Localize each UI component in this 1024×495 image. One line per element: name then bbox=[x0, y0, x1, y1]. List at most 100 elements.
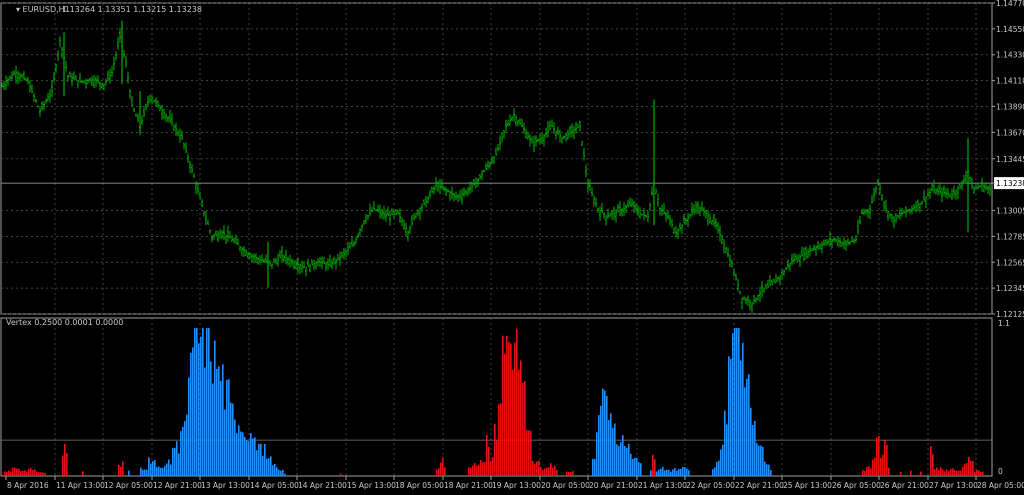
histogram-bar-red bbox=[540, 467, 542, 476]
price-bar bbox=[35, 98, 37, 103]
histogram-bar-blue bbox=[246, 440, 248, 476]
histogram-bar-blue bbox=[620, 442, 622, 476]
price-bar bbox=[133, 107, 135, 112]
histogram-bar-blue bbox=[738, 328, 740, 476]
x-tick-label: 27 Apr 13:00 bbox=[929, 481, 978, 490]
price-bar bbox=[523, 122, 525, 134]
histogram-bar-red bbox=[518, 369, 520, 476]
price-bar bbox=[631, 198, 633, 208]
histogram-bar-red bbox=[910, 470, 912, 476]
price-bar bbox=[607, 208, 609, 219]
price-bar bbox=[729, 254, 731, 268]
histogram-bar-red bbox=[538, 460, 540, 476]
histogram-bar-blue bbox=[742, 342, 744, 476]
price-bar bbox=[325, 261, 327, 272]
price-bar bbox=[847, 238, 849, 246]
price-bar bbox=[801, 246, 803, 257]
histogram-bar-blue bbox=[214, 340, 216, 476]
price-bar bbox=[455, 191, 457, 200]
histogram-bar-red bbox=[980, 471, 982, 476]
price-bar bbox=[357, 233, 359, 239]
histogram-bar-red bbox=[494, 424, 496, 476]
price-bar bbox=[531, 136, 533, 144]
price-bar bbox=[203, 211, 205, 217]
histogram-bar-red bbox=[940, 467, 942, 476]
price-bar bbox=[753, 294, 755, 305]
histogram-bar-red bbox=[482, 462, 484, 476]
price-bar bbox=[513, 108, 515, 122]
price-bar bbox=[963, 175, 965, 184]
histogram-bar-red bbox=[120, 466, 122, 476]
price-bar bbox=[251, 253, 253, 263]
price-bar bbox=[719, 225, 721, 242]
price-bar bbox=[17, 70, 19, 85]
histogram-bar-blue bbox=[608, 420, 610, 476]
price-bar bbox=[353, 240, 355, 247]
price-bar bbox=[795, 253, 797, 262]
histogram-bar-blue bbox=[740, 360, 742, 476]
histogram-bar-red bbox=[472, 465, 474, 476]
price-bar bbox=[959, 184, 961, 190]
histogram-bar-blue bbox=[628, 443, 630, 476]
price-bar bbox=[875, 185, 877, 195]
price-bar bbox=[115, 51, 117, 61]
price-bar bbox=[263, 258, 265, 263]
price-bar bbox=[903, 209, 905, 214]
histogram-bar-blue bbox=[748, 374, 750, 476]
price-bar bbox=[259, 255, 261, 265]
price-bar bbox=[859, 215, 861, 225]
price-bar bbox=[91, 76, 93, 87]
price-bar bbox=[57, 50, 59, 61]
chart-canvas[interactable]: 8 Apr 2016 11 Apr 13:00 12 Apr 05:00 12 Apr… bbox=[0, 0, 1024, 491]
price-bar bbox=[971, 177, 973, 190]
histogram-bar-red bbox=[30, 467, 32, 476]
price-bar bbox=[665, 211, 667, 222]
price-bar bbox=[385, 209, 387, 222]
price-bar bbox=[567, 129, 569, 140]
histogram-bar-blue bbox=[158, 466, 160, 476]
histogram-bar-blue bbox=[240, 431, 242, 476]
histogram-bar-blue bbox=[664, 470, 666, 476]
price-bar bbox=[45, 98, 47, 104]
price-bar bbox=[183, 142, 185, 150]
ohlc-readout: 1.13264 1.13351 1.13215 1.13238 bbox=[62, 5, 202, 14]
price-bar bbox=[219, 228, 221, 239]
y-tick-label: 1.13670 bbox=[996, 128, 1024, 137]
price-bar bbox=[169, 110, 171, 124]
histogram-bar-blue bbox=[684, 467, 686, 476]
price-bar bbox=[379, 204, 381, 219]
price-bar bbox=[987, 185, 989, 195]
histogram-bar-blue bbox=[614, 423, 616, 476]
price-bar bbox=[745, 297, 747, 305]
x-tick-label: 19 Apr 13:00 bbox=[492, 481, 541, 490]
chart-window[interactable]: 8 Apr 2016 11 Apr 13:00 12 Apr 05:00 12 Apr… bbox=[0, 0, 1024, 491]
price-bar bbox=[957, 185, 959, 200]
price-bar bbox=[901, 207, 903, 217]
histogram-bar-red bbox=[572, 470, 574, 476]
x-tick-label: 11 Apr 13:00 bbox=[56, 481, 105, 490]
grid bbox=[0, 2, 993, 477]
price-bar bbox=[167, 116, 169, 123]
histogram-bar-blue bbox=[634, 457, 636, 476]
price-bar bbox=[151, 95, 153, 105]
histogram-bar-blue bbox=[192, 347, 194, 476]
price-bar bbox=[199, 191, 201, 199]
price-bar bbox=[487, 160, 489, 170]
price-bar bbox=[113, 56, 115, 71]
price-bar bbox=[677, 228, 679, 240]
price-bars bbox=[1, 20, 991, 313]
histogram-bar-red bbox=[506, 335, 508, 476]
price-bar bbox=[479, 174, 481, 180]
price-bar bbox=[619, 200, 621, 216]
histogram-bar-red bbox=[26, 471, 28, 476]
price-bar bbox=[735, 273, 737, 281]
histogram-bar-blue bbox=[674, 467, 676, 476]
histogram-bar-blue bbox=[612, 428, 614, 476]
histogram-bar-red bbox=[484, 461, 486, 476]
price-bar bbox=[931, 184, 933, 192]
histogram-bar-red bbox=[884, 440, 886, 476]
price-bar bbox=[321, 256, 323, 270]
price-bar bbox=[815, 245, 817, 256]
histogram-bar-red bbox=[972, 460, 974, 476]
histogram-bar-red bbox=[118, 465, 120, 476]
